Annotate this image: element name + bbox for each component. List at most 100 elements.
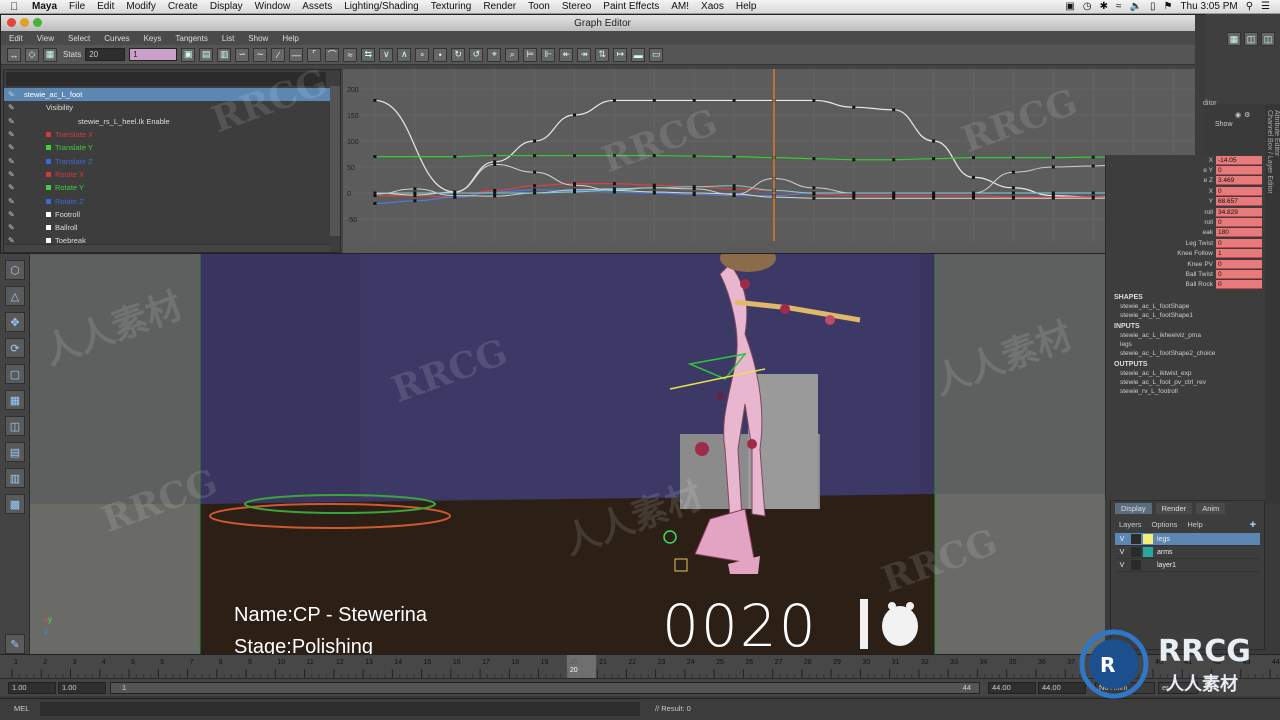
ge-menu-curves[interactable]: Curves [104,34,129,43]
frame-selection-icon[interactable]: ▤ [199,47,214,62]
outliner-row[interactable]: ✎ Visibility [4,101,340,114]
minimize-icon[interactable] [20,18,29,27]
hypershade-pane-icon[interactable]: ▩ [5,494,25,514]
channel-row[interactable]: roll 34.829 [1106,207,1265,217]
tab-anim[interactable]: Anim [1196,503,1226,514]
menu-am[interactable]: AM! [671,1,689,12]
channel-row[interactable]: e Y0 [1106,165,1265,176]
channel-row[interactable]: eak 180 [1106,228,1265,238]
display-icon[interactable]: ▣ [1065,1,1074,12]
ge-menu-edit[interactable]: Edit [9,34,23,43]
curve-graph[interactable]: 1011121314151617181920212223242526272829… [343,69,1203,253]
outliner-hscrollbar[interactable] [4,244,330,252]
attribute-editor-tab[interactable]: Attribute Editor [1273,110,1280,156]
channel-row[interactable]: X0 [1106,186,1265,196]
four-pane-icon[interactable]: ▦ [5,390,25,410]
channel-box-node[interactable]: stewie_ac_L_footShape [1120,303,1265,310]
clamped-tangent-icon[interactable]: ∼ [253,47,268,62]
menu-modify[interactable]: Modify [126,1,155,12]
tab-display[interactable]: Display [1115,503,1152,514]
channel-box-node[interactable]: stewie_ac_L_footShape1 [1120,312,1265,319]
outliner-row[interactable]: ✎ Translate X [4,128,340,141]
free-weight-icon[interactable]: ∘ [415,47,430,62]
outliner-row[interactable]: ✎ stewie_rs_L_heel.Ik Enable [4,115,340,128]
panel-icon[interactable]: ◫ [1244,32,1258,46]
layer-row[interactable]: Varms [1115,546,1260,559]
menu-edit[interactable]: Edit [97,1,114,12]
menu-display[interactable]: Display [210,1,243,12]
key-icon[interactable]: ✎ [8,90,18,99]
channel-value[interactable]: 0 [1216,238,1262,248]
channel-row[interactable]: Leg Twist 0 [1106,238,1265,248]
outliner-row[interactable]: ✎ Translate Y [4,141,340,154]
trax-editor-icon[interactable]: ▭ [649,47,664,62]
channel-box-node[interactable]: stewie_rv_L_footroll [1120,388,1265,395]
menu-xaos[interactable]: Xaos [701,1,724,12]
channel-value[interactable]: 0 [1216,259,1262,269]
spotlight-icon[interactable]: ⚲ [1246,1,1253,12]
key-icon[interactable]: ✎ [8,143,18,152]
channel-value[interactable]: 0 [1216,280,1262,290]
channel-box-node[interactable]: stewie_ac_L_foot_pv_ctrl_rev [1120,379,1265,386]
channel-row[interactable]: Knee Follow 1 [1106,249,1265,259]
start-time-field[interactable]: 1.00 [8,682,56,694]
value-snap-icon[interactable]: ⌕ [505,47,520,62]
key-icon[interactable]: ✎ [8,117,18,126]
channel-value[interactable]: 180 [1216,228,1262,238]
layer-visibility-toggle[interactable]: V [1115,562,1129,569]
buffer-curve-icon[interactable]: ≈ [343,47,358,62]
move-key-tool-icon[interactable]: ↔ [7,47,21,62]
menu-toon[interactable]: Toon [528,1,550,12]
channel-value[interactable]: 0 [1216,186,1262,196]
break-tangent-icon[interactable]: ∨ [379,47,394,62]
channel-value[interactable]: 34.829 [1216,207,1262,217]
menu-assets[interactable]: Assets [302,1,332,12]
layer-row[interactable]: Vlegs [1115,533,1260,546]
isolate-curve-icon[interactable]: ⇅ [595,47,610,62]
layer-color-swatch[interactable] [1143,560,1153,570]
time-snap-icon[interactable]: ⌖ [487,47,502,62]
list-icon[interactable]: ☰ [1261,1,1270,12]
outliner-row[interactable]: ✎ Rotate Z [4,194,340,207]
flat-tangent-icon[interactable]: — [289,47,304,62]
menu-file[interactable]: File [69,1,85,12]
tab-render[interactable]: Render [1155,503,1193,514]
stats-frame-field[interactable]: 20 [85,48,126,61]
menu-lighting-shading[interactable]: Lighting/Shading [344,1,419,12]
ge-menu-tangents[interactable]: Tangents [175,34,207,43]
show-menu[interactable]: Show [1215,121,1265,128]
battery-icon[interactable]: ▯ [1150,1,1156,12]
channel-row[interactable]: Ball Twist 0 [1106,269,1265,279]
settings-icon[interactable]: ⚙ [1244,111,1250,119]
channel-box-tab[interactable]: Channel Box / Layer Editor [1266,110,1273,194]
menu-window[interactable]: Window [255,1,291,12]
channel-row[interactable]: Ball Rock 0 [1106,280,1265,290]
channel-row[interactable]: Knee PV 0 [1106,259,1265,269]
new-layer-icon[interactable]: ✚ [1250,520,1256,529]
brush-icon[interactable]: ✎ [5,634,25,654]
layer-row[interactable]: Vlayer1 [1115,559,1260,572]
playback-end-field[interactable]: 44.00 [988,682,1036,694]
outliner-filter-field[interactable] [6,72,326,86]
clock-icon[interactable]: ◷ [1083,1,1092,12]
layout-icon[interactable]: ▦ [1227,32,1241,46]
channel-box-node[interactable]: stewie_ac_L_ikheelviz_pma [1120,332,1265,339]
bluetooth-icon[interactable]: ✱ [1100,1,1108,12]
volume-icon[interactable]: 🔈 [1130,1,1142,12]
unify-tangent-icon[interactable]: ∧ [397,47,412,62]
lattice-tool-icon[interactable]: ▦ [43,47,57,62]
ge-menu-keys[interactable]: Keys [144,34,162,43]
rotate-tool-icon[interactable]: ⟳ [5,338,25,358]
channel-row[interactable]: roll 0 [1106,217,1265,228]
outliner-row[interactable]: ✎ stewie_ac_L_foot [4,88,340,102]
layer-color-swatch[interactable] [1143,534,1153,544]
channel-box-node[interactable]: stewie_ac_L_footShape2_choice [1120,350,1265,357]
stats-value-field[interactable]: 1 [129,48,178,61]
frame-playback-icon[interactable]: ▥ [217,47,232,62]
channel-value[interactable]: 0 [1216,269,1262,279]
key-icon[interactable]: ✎ [8,170,18,179]
flag-icon[interactable]: ⚑ [1163,1,1172,12]
channel-value[interactable]: 68.657 [1216,197,1262,207]
channel-value[interactable]: 1 [1216,249,1262,259]
playback-start-field[interactable]: 1.00 [58,682,106,694]
